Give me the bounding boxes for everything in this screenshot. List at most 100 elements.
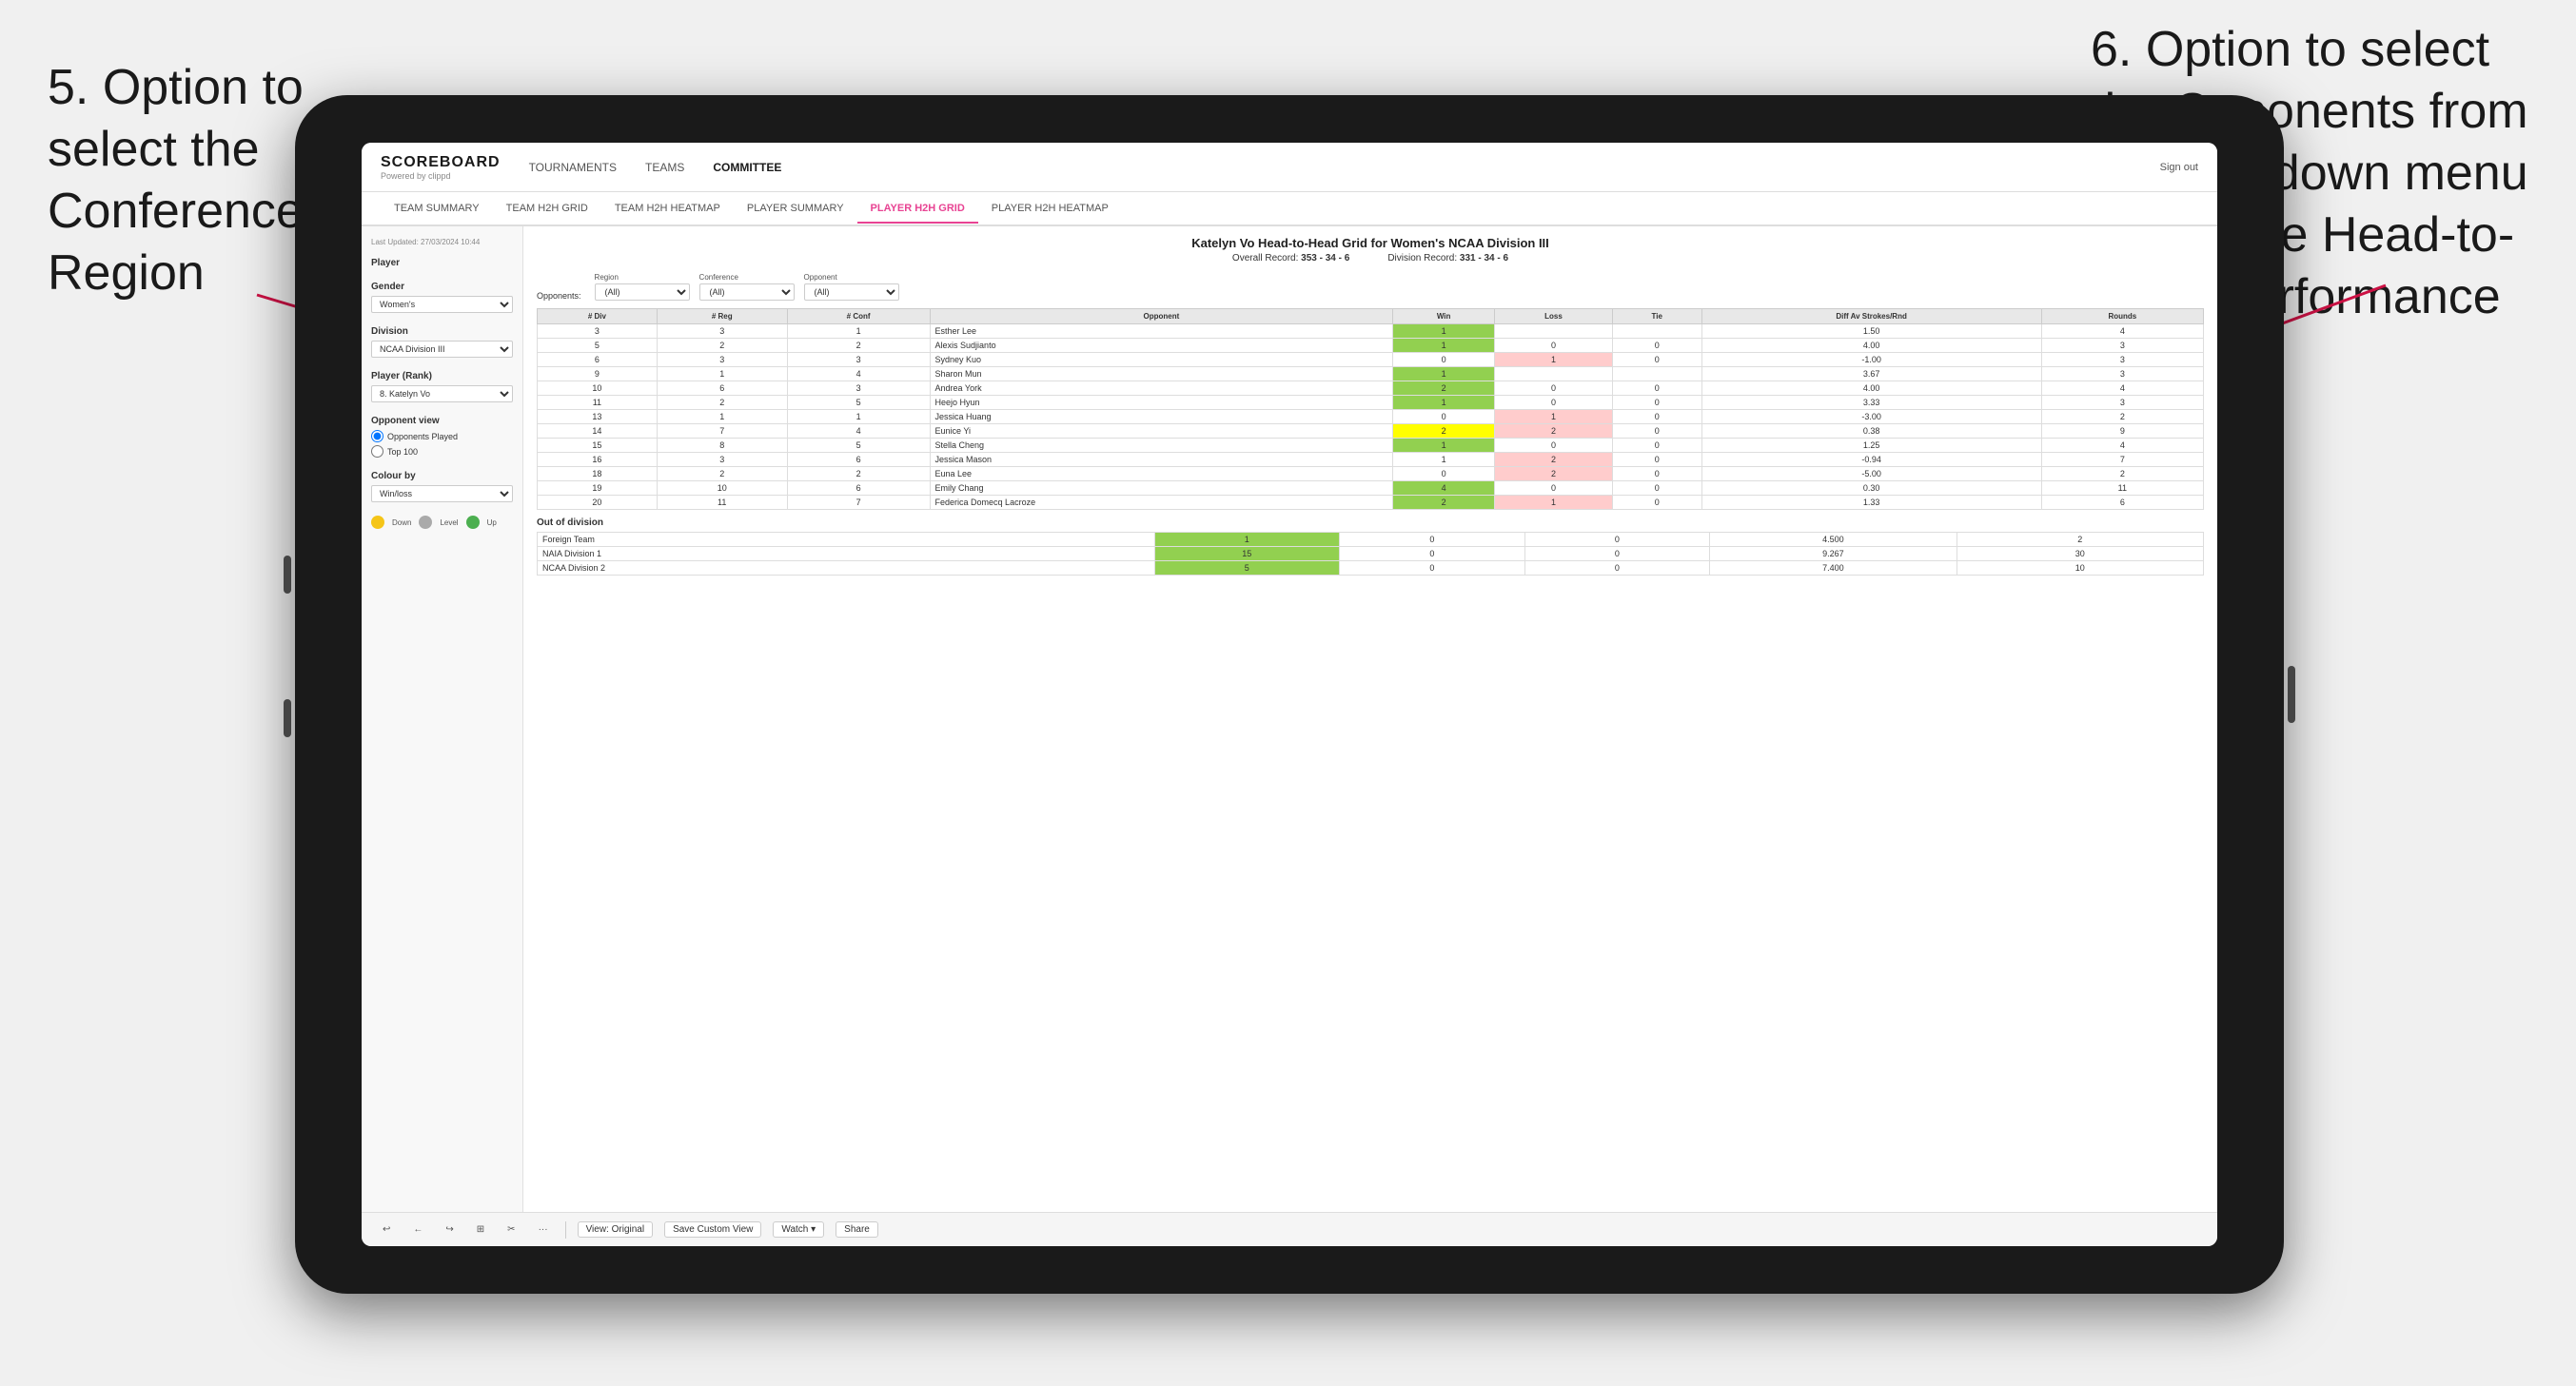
legend-level-label: Level [440,518,458,527]
subnav-player-h2h-heatmap[interactable]: PLAYER H2H HEATMAP [978,195,1122,224]
cell-conf: 4 [787,367,930,381]
toolbar-undo[interactable]: ↩ [377,1222,396,1237]
nav-sign-out[interactable]: Sign out [2160,162,2198,173]
region-filter-group: Region (All) [595,273,690,301]
out-of-division-row: NAIA Division 1 15 0 0 9.267 30 [538,547,2204,561]
toolbar-watch[interactable]: Watch ▾ [773,1221,824,1238]
cell-diff: -3.00 [1701,410,2041,424]
cell-loss: 1 [1495,496,1613,510]
cell-win: 1 [1393,396,1495,410]
conference-select[interactable]: (All) [699,283,795,301]
opponent-filter-label: Opponent [804,273,899,282]
cell-win: 1 [1393,339,1495,353]
toolbar-dots[interactable]: ··· [533,1222,554,1237]
cell-rounds: 6 [2041,496,2203,510]
data-table: # Div # Reg # Conf Opponent Win Loss Tie… [537,308,2204,510]
toolbar-cut[interactable]: ✂ [501,1222,521,1237]
table-row: 19 10 6 Emily Chang 4 0 0 0.30 11 [538,481,2204,496]
sidebar-opponent-view-label: Opponent view [371,416,513,426]
cell-div: 3 [538,324,658,339]
cell-conf: 4 [787,424,930,439]
tablet-screen: SCOREBOARD Powered by clippd TOURNAMENTS… [362,143,2217,1246]
subnav-player-h2h-grid[interactable]: PLAYER H2H GRID [857,195,978,224]
toolbar-back[interactable]: ← [407,1222,428,1237]
toolbar-view-original[interactable]: View: Original [578,1221,654,1238]
toolbar-redo[interactable]: ↪ [440,1222,459,1237]
cell-diff: 3.67 [1701,367,2041,381]
cell-loss: 2 [1495,424,1613,439]
region-select[interactable]: (All) [595,283,690,301]
cell-tie: 0 [1612,467,1701,481]
cell-win: 0 [1393,467,1495,481]
cell-tie: 0 [1612,424,1701,439]
legend-down-label: Down [392,518,411,527]
tablet-power-button[interactable] [2288,666,2295,723]
table-row: 18 2 2 Euna Lee 0 2 0 -5.00 2 [538,467,2204,481]
table-body: 3 3 1 Esther Lee 1 1.50 4 5 2 2 Alexis S… [538,324,2204,510]
out-of-division-row: NCAA Division 2 5 0 0 7.400 10 [538,561,2204,576]
table-row: 5 2 2 Alexis Sudjianto 1 0 0 4.00 3 [538,339,2204,353]
cell-conf: 6 [787,481,930,496]
opponent-select[interactable]: (All) [804,283,899,301]
division-select[interactable]: NCAA Division III [371,341,513,358]
cell-loss: 2 [1495,453,1613,467]
gender-select[interactable]: Women's Men's [371,296,513,313]
nav-tournaments[interactable]: TOURNAMENTS [529,157,617,178]
cell-diff: -5.00 [1701,467,2041,481]
cell-opponent: Heejo Hyun [930,396,1393,410]
cell-diff: -1.00 [1701,353,2041,367]
cell-conf: 6 [787,453,930,467]
cell-loss: 1 [1495,353,1613,367]
cell-opponent: Sydney Kuo [930,353,1393,367]
cell-rounds: 2 [2041,467,2203,481]
player-rank-select[interactable]: 8. Katelyn Vo [371,385,513,402]
cell-win: 2 [1393,381,1495,396]
cell-rounds: 3 [2041,339,2203,353]
subnav: TEAM SUMMARY TEAM H2H GRID TEAM H2H HEAT… [362,192,2217,226]
cell-loss [1495,324,1613,339]
tablet-volume-down-button[interactable] [284,699,291,737]
cell-tie: 0 [1612,381,1701,396]
cell-opponent: Federica Domecq Lacroze [930,496,1393,510]
tablet: SCOREBOARD Powered by clippd TOURNAMENTS… [295,95,2284,1294]
table-row: 11 2 5 Heejo Hyun 1 0 0 3.33 3 [538,396,2204,410]
subnav-team-h2h-grid[interactable]: TEAM H2H GRID [493,195,601,224]
cell-loss: 0 [1495,481,1613,496]
sidebar-player-rank-section: Player (Rank) 8. Katelyn Vo [371,371,513,402]
cell-div: 18 [538,467,658,481]
radio-opponents-played[interactable]: Opponents Played [371,430,513,442]
cell-win: 4 [1393,481,1495,496]
cell-div: 19 [538,481,658,496]
tablet-volume-up-button[interactable] [284,556,291,594]
radio-top100[interactable]: Top 100 [371,445,513,458]
cell-ood-loss: 0 [1340,533,1525,547]
sidebar-opponent-view-section: Opponent view Opponents Played Top 100 [371,416,513,458]
nav-committee[interactable]: COMMITTEE [713,157,781,178]
last-updated: Last Updated: 27/03/2024 10:44 [371,238,513,246]
toolbar-grid[interactable]: ⊞ [471,1222,490,1237]
toolbar-share-label: Share [844,1224,870,1235]
cell-reg: 8 [657,439,787,453]
cell-loss: 0 [1495,439,1613,453]
nav-teams[interactable]: TEAMS [645,157,684,178]
subnav-player-summary[interactable]: PLAYER SUMMARY [734,195,857,224]
cell-conf: 7 [787,496,930,510]
toolbar-share[interactable]: Share [836,1221,878,1238]
cell-reg: 3 [657,324,787,339]
cell-ood-tie: 0 [1524,547,1710,561]
navbar: SCOREBOARD Powered by clippd TOURNAMENTS… [362,143,2217,192]
table-row: 9 1 4 Sharon Mun 1 3.67 3 [538,367,2204,381]
cell-rounds: 3 [2041,353,2203,367]
table-row: 10 6 3 Andrea York 2 0 0 4.00 4 [538,381,2204,396]
subnav-team-summary[interactable]: TEAM SUMMARY [381,195,493,224]
color-legend: Down Level Up [371,516,513,529]
cell-ood-tie: 0 [1524,561,1710,576]
subnav-team-h2h-heatmap[interactable]: TEAM H2H HEATMAP [601,195,734,224]
colour-by-select[interactable]: Win/loss [371,485,513,502]
logo-sub: Powered by clippd [381,171,501,181]
toolbar-save-custom-view[interactable]: Save Custom View [664,1221,761,1238]
cell-ood-name: NCAA Division 2 [538,561,1155,576]
cell-reg: 7 [657,424,787,439]
filter-row: Opponents: Region (All) Conference (All) [537,273,2204,301]
logo-area: SCOREBOARD Powered by clippd [381,154,501,181]
